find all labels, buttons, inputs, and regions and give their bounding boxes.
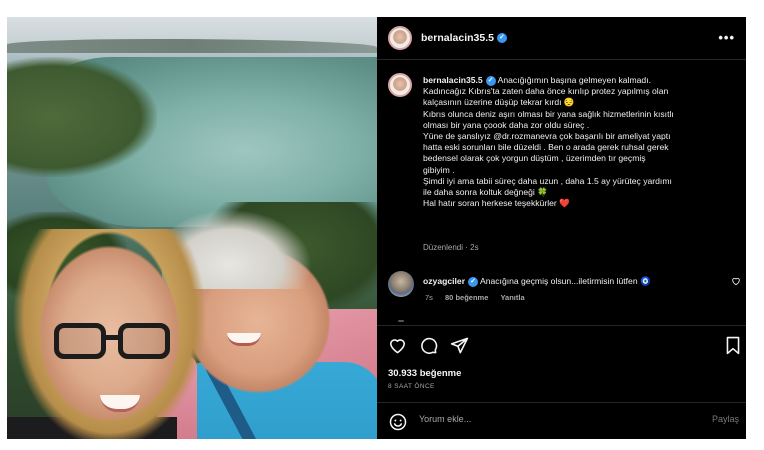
likes-count[interactable]: 30.933 beğenme (388, 368, 461, 379)
comment-avatar[interactable] (388, 271, 414, 297)
caption-line: Şimdi iyi ama tabii süreç daha uzun , da… (423, 175, 672, 186)
avatar[interactable] (388, 26, 412, 50)
bookmark-icon[interactable] (725, 336, 741, 355)
comment-icon[interactable] (419, 336, 438, 355)
caption-line: olması bir yana çoook daha zor oldu süre… (423, 119, 590, 130)
comments-divider (398, 320, 404, 322)
comment-composer: Yorum ekle... Paylaş (377, 402, 746, 440)
caption-line: hatta eski sorunları bile düzeldi . Ben … (423, 142, 669, 153)
post-photo (7, 17, 377, 439)
heart-icon[interactable] (388, 336, 407, 355)
comment-input[interactable]: Yorum ekle... (419, 414, 471, 424)
caption-line: Anacığığımın başına gelmeyen kalmadı. (497, 75, 651, 85)
comment-time: 7s (425, 293, 433, 302)
photo-shore (7, 57, 157, 177)
share-icon[interactable] (450, 336, 469, 355)
caption-line: Kadıncağız Kıbrıs'ta zaten daha önce kır… (423, 86, 669, 97)
comment-heart-icon[interactable] (731, 276, 741, 286)
post-comment-button[interactable]: Paylaş (712, 414, 739, 424)
verified-icon: ✓ (468, 276, 479, 287)
verified-icon: ✓ (496, 33, 507, 44)
caption-line: ile daha sonra koltuk değneği 🍀 (423, 187, 548, 198)
caption-line: kalçasının üzerine düşüp tekrar kırdı 😔 (423, 97, 575, 108)
username-text[interactable]: bernalacin35.5 (421, 32, 494, 44)
edited-timestamp: Düzenlendi · 2s (423, 243, 479, 252)
caption-line: gibiyim . (423, 164, 455, 175)
photo-hills (7, 39, 377, 53)
verified-icon: ✓ (485, 75, 496, 86)
post-panel: bernalacin35.5 ✓ ••• bernalacin35.5 ✓ Anac… (377, 17, 746, 439)
caption: bernalacin35.5 ✓ Anacığığımın başına gelm… (423, 75, 741, 209)
caption-line: bedensel olarak çok yorgun düştüm , üzer… (423, 153, 646, 164)
header-username[interactable]: bernalacin35.5 ✓ (421, 32, 507, 44)
comment: ozyagciler ✓ Anacığına geçmiş olsun...ile… (423, 276, 651, 287)
caption-username[interactable]: bernalacin35.5 (423, 75, 483, 85)
more-icon[interactable]: ••• (718, 30, 735, 45)
caption-line: Yüne de şanslıyız @dr.rozmanevra çok baş… (423, 131, 671, 142)
post-header: bernalacin35.5 ✓ ••• (377, 17, 746, 60)
comment-likes[interactable]: 80 beğenme (445, 293, 488, 302)
caption-line: Hal hatır soran herkese teşekkürler ❤️ (423, 198, 570, 209)
comment-meta: 7s 80 beğenme Yanıtla (425, 293, 535, 302)
caption-avatar[interactable] (388, 73, 412, 97)
post-time: 8 SAAT ÖNCE (388, 383, 435, 390)
comment-text: Anacığına geçmiş olsun...iletirmisin lüt… (479, 276, 651, 286)
emoji-icon[interactable] (389, 413, 407, 431)
comment-username[interactable]: ozyagciler (423, 276, 465, 286)
caption-line: Kıbrıs olunca deniz aşırı olması bir yan… (423, 108, 674, 119)
reply-button[interactable]: Yanıtla (500, 293, 524, 302)
glasses (54, 323, 179, 363)
